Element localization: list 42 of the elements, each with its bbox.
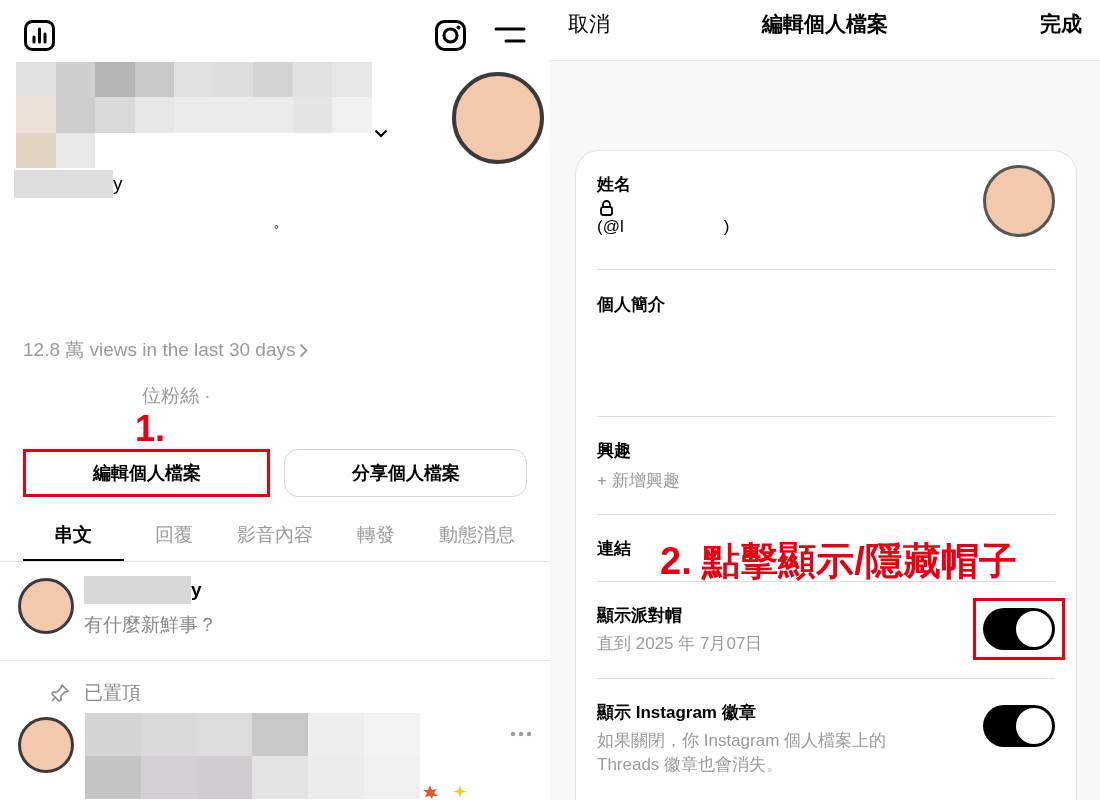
annotation-text: 1. bbox=[135, 411, 166, 447]
setting-description: 如果關閉，你 Instagram 個人檔案上的 Threads 徽章也會消失。 bbox=[597, 730, 888, 776]
views-link[interactable]: 12.8 萬 views in the last 30 days bbox=[23, 338, 296, 362]
followers-text: 位粉絲 · bbox=[142, 385, 211, 406]
tab[interactable]: 影音內容 bbox=[224, 519, 326, 561]
handle-text: ) bbox=[723, 216, 730, 238]
pinned-label: 已置頂 bbox=[84, 681, 141, 705]
tab[interactable]: 動態消息 bbox=[426, 519, 527, 561]
avatar-placeholder bbox=[18, 578, 74, 634]
chevron-right-icon[interactable] bbox=[299, 342, 309, 358]
setting-description: 直到 2025 年 7月07日 bbox=[597, 633, 764, 655]
camera-icon[interactable] bbox=[435, 19, 466, 51]
username-text: y bbox=[191, 578, 202, 602]
field-label: 姓名 bbox=[597, 174, 632, 196]
username-text: y bbox=[113, 172, 123, 196]
menu-icon[interactable] bbox=[494, 27, 526, 43]
field-label: 興趣 bbox=[597, 440, 631, 462]
screen-title: 編輯個人檔案 bbox=[762, 11, 888, 37]
toggle-switch[interactable] bbox=[983, 608, 1055, 650]
done-button[interactable]: 完成 bbox=[1040, 11, 1082, 37]
chart-icon[interactable] bbox=[24, 19, 55, 51]
toggle-switch[interactable] bbox=[983, 705, 1055, 747]
add-interest-link[interactable]: + 新增興趣 bbox=[597, 469, 680, 493]
edit-profile-button[interactable]: 編輯個人檔案 bbox=[23, 449, 270, 497]
field-label: 連結 bbox=[597, 539, 631, 558]
setting-title: 顯示派對帽 bbox=[597, 605, 683, 627]
cancel-button[interactable]: 取消 bbox=[568, 11, 610, 37]
field-label: 個人簡介 bbox=[597, 295, 665, 314]
tab[interactable]: 串文 bbox=[23, 519, 124, 561]
setting-title: 顯示 Instagram 徽章 bbox=[597, 702, 757, 724]
more-icon[interactable] bbox=[510, 731, 532, 737]
pin-icon bbox=[50, 683, 70, 703]
bio-text: 。 bbox=[273, 212, 289, 232]
annotation-text: 2. 點擊顯示/隱藏帽子 bbox=[660, 539, 1017, 584]
chevron-down-icon[interactable] bbox=[374, 129, 388, 138]
avatar-placeholder bbox=[18, 717, 74, 773]
compose-prompt[interactable]: 有什麼新鮮事？ bbox=[84, 612, 217, 638]
handle-text: (@l bbox=[597, 216, 624, 238]
tab[interactable]: 回覆 bbox=[123, 519, 225, 561]
share-profile-button[interactable]: 分享個人檔案 bbox=[284, 449, 527, 497]
tab[interactable]: 轉發 bbox=[325, 519, 427, 561]
lock-icon bbox=[600, 200, 613, 216]
